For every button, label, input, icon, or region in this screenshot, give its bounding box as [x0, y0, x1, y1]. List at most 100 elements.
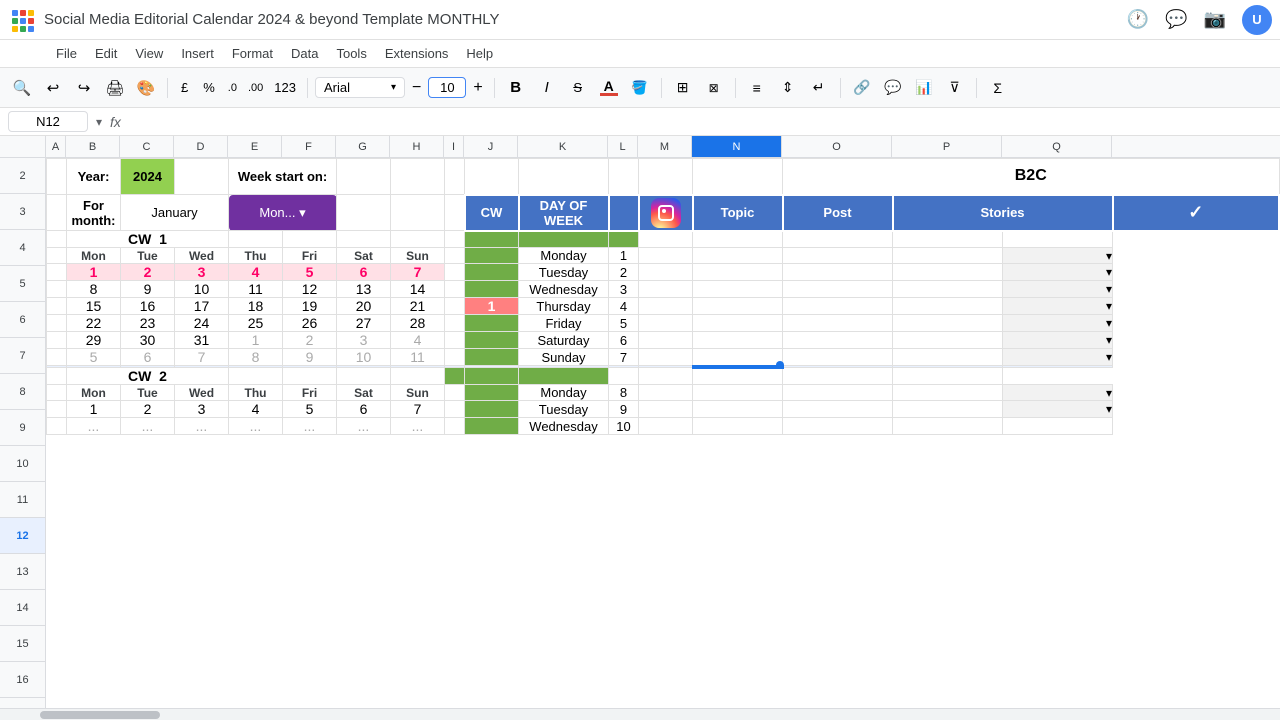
- row-header-16[interactable]: 16: [0, 662, 45, 698]
- borders-button[interactable]: ⊞: [669, 74, 697, 102]
- col-header-G[interactable]: G: [336, 136, 390, 157]
- bold-button[interactable]: B: [502, 74, 530, 102]
- print-button[interactable]: 🖨: [101, 74, 129, 102]
- link-button[interactable]: 🔗: [848, 74, 876, 102]
- col-header-P[interactable]: P: [892, 136, 1002, 157]
- row-header-13[interactable]: 13: [0, 554, 45, 590]
- col-header-O[interactable]: O: [782, 136, 892, 157]
- percent-button[interactable]: %: [197, 78, 221, 97]
- row-header-6[interactable]: 6: [0, 302, 45, 338]
- row-header-3[interactable]: 3: [0, 194, 45, 230]
- cell-Q8-dropdown[interactable]: ▾: [1003, 298, 1113, 315]
- menu-view[interactable]: View: [127, 43, 171, 64]
- valign-button[interactable]: ⇕: [774, 74, 802, 102]
- col-header-M[interactable]: M: [638, 136, 692, 157]
- scrollbar-thumb[interactable]: [40, 711, 160, 719]
- camera-icon[interactable]: 📷: [1204, 9, 1226, 30]
- corner-cell: [0, 136, 46, 157]
- cell-P16: [893, 418, 1003, 435]
- horizontal-scrollbar[interactable]: [0, 708, 1280, 720]
- row-header-2[interactable]: 2: [0, 158, 45, 194]
- menu-format[interactable]: Format: [224, 43, 281, 64]
- redo-button[interactable]: ↪: [70, 74, 98, 102]
- row-header-9[interactable]: 9: [0, 410, 45, 446]
- cell-E3-dropdown[interactable]: Mon... ▾: [229, 195, 337, 231]
- number-format[interactable]: 123: [270, 78, 300, 97]
- undo-button[interactable]: ↩: [39, 74, 67, 102]
- cell-Q15-dropdown[interactable]: ▾: [1003, 401, 1113, 418]
- avatar[interactable]: U: [1242, 5, 1272, 35]
- menu-tools[interactable]: Tools: [328, 43, 374, 64]
- italic-button[interactable]: I: [533, 74, 561, 102]
- menu-extensions[interactable]: Extensions: [377, 43, 457, 64]
- col-header-H[interactable]: H: [390, 136, 444, 157]
- comment-icon[interactable]: 💬: [1165, 9, 1187, 30]
- cell-Q11-dropdown[interactable]: ▾: [1003, 349, 1113, 366]
- cell-B3: For month:: [67, 195, 121, 231]
- row-header-11[interactable]: 11: [0, 482, 45, 518]
- comment-tb-button[interactable]: 💬: [879, 74, 907, 102]
- expand-formula-icon[interactable]: ▾: [96, 115, 102, 129]
- col-header-L[interactable]: L: [608, 136, 638, 157]
- history-icon[interactable]: 🕐: [1127, 9, 1149, 30]
- row-header-14[interactable]: 14: [0, 590, 45, 626]
- decimal-decrease[interactable]: .0: [224, 80, 241, 96]
- menu-edit[interactable]: Edit: [87, 43, 125, 64]
- cell-N12[interactable]: [693, 366, 783, 368]
- font-size-minus[interactable]: −: [408, 77, 425, 99]
- col-header-E[interactable]: E: [228, 136, 282, 157]
- cell-D16: ...: [175, 418, 229, 435]
- menu-file[interactable]: File: [48, 43, 85, 64]
- function-button[interactable]: Σ: [984, 74, 1012, 102]
- formula-input[interactable]: [129, 114, 1272, 129]
- col-header-D[interactable]: D: [174, 136, 228, 157]
- cell-Q14-dropdown[interactable]: ▾: [1003, 385, 1113, 401]
- col-header-K[interactable]: K: [518, 136, 608, 157]
- cell-H11-11: 11: [391, 349, 445, 366]
- col-header-Q[interactable]: Q: [1002, 136, 1112, 157]
- cell-Q5-dropdown[interactable]: ▾: [1003, 248, 1113, 264]
- text-color-button[interactable]: A: [595, 74, 623, 102]
- paint-format-button[interactable]: 🎨: [132, 74, 160, 102]
- cell-Q10-dropdown[interactable]: ▾: [1003, 332, 1113, 349]
- merge-button[interactable]: ⊠: [700, 74, 728, 102]
- font-selector[interactable]: Arial▾: [315, 77, 405, 98]
- col-header-N[interactable]: N: [692, 136, 782, 157]
- cell-M2: [693, 159, 783, 195]
- decimal-increase[interactable]: .00: [244, 80, 267, 96]
- font-size-input[interactable]: 10: [428, 77, 466, 98]
- fill-color-button[interactable]: 🪣: [626, 74, 654, 102]
- row-header-15[interactable]: 15: [0, 626, 45, 662]
- cell-N3-topic: Topic: [693, 195, 783, 231]
- strikethrough-button[interactable]: S: [564, 74, 592, 102]
- col-header-F[interactable]: F: [282, 136, 336, 157]
- row-header-7[interactable]: 7: [0, 338, 45, 374]
- menu-help[interactable]: Help: [458, 43, 501, 64]
- cell-C2[interactable]: 2024: [121, 159, 175, 195]
- cell-B7-8: 8: [67, 281, 121, 298]
- row-header-5[interactable]: 5: [0, 266, 45, 302]
- col-header-J[interactable]: J: [464, 136, 518, 157]
- cell-Q6-dropdown[interactable]: ▾: [1003, 264, 1113, 281]
- wrap-button[interactable]: ↵: [805, 74, 833, 102]
- search-button[interactable]: 🔍: [8, 74, 36, 102]
- cell-Q7-dropdown[interactable]: ▾: [1003, 281, 1113, 298]
- cell-Q9-dropdown[interactable]: ▾: [1003, 315, 1113, 332]
- row-header-8[interactable]: 8: [0, 374, 45, 410]
- row-header-12[interactable]: 12: [0, 518, 45, 554]
- row-header-10[interactable]: 10: [0, 446, 45, 482]
- col-header-C[interactable]: C: [120, 136, 174, 157]
- row-header-4[interactable]: 4: [0, 230, 45, 266]
- cell-reference-box[interactable]: N12: [8, 111, 88, 132]
- font-size-plus[interactable]: +: [469, 77, 486, 99]
- halign-button[interactable]: ≡: [743, 74, 771, 102]
- col-header-A[interactable]: A: [46, 136, 66, 157]
- google-apps-icon[interactable]: [8, 6, 36, 34]
- menu-insert[interactable]: Insert: [173, 43, 222, 64]
- filter-button[interactable]: ⊽: [941, 74, 969, 102]
- col-header-I[interactable]: I: [444, 136, 464, 157]
- col-header-B[interactable]: B: [66, 136, 120, 157]
- menu-data[interactable]: Data: [283, 43, 326, 64]
- chart-button[interactable]: 📊: [910, 74, 938, 102]
- currency-button[interactable]: £: [175, 78, 194, 97]
